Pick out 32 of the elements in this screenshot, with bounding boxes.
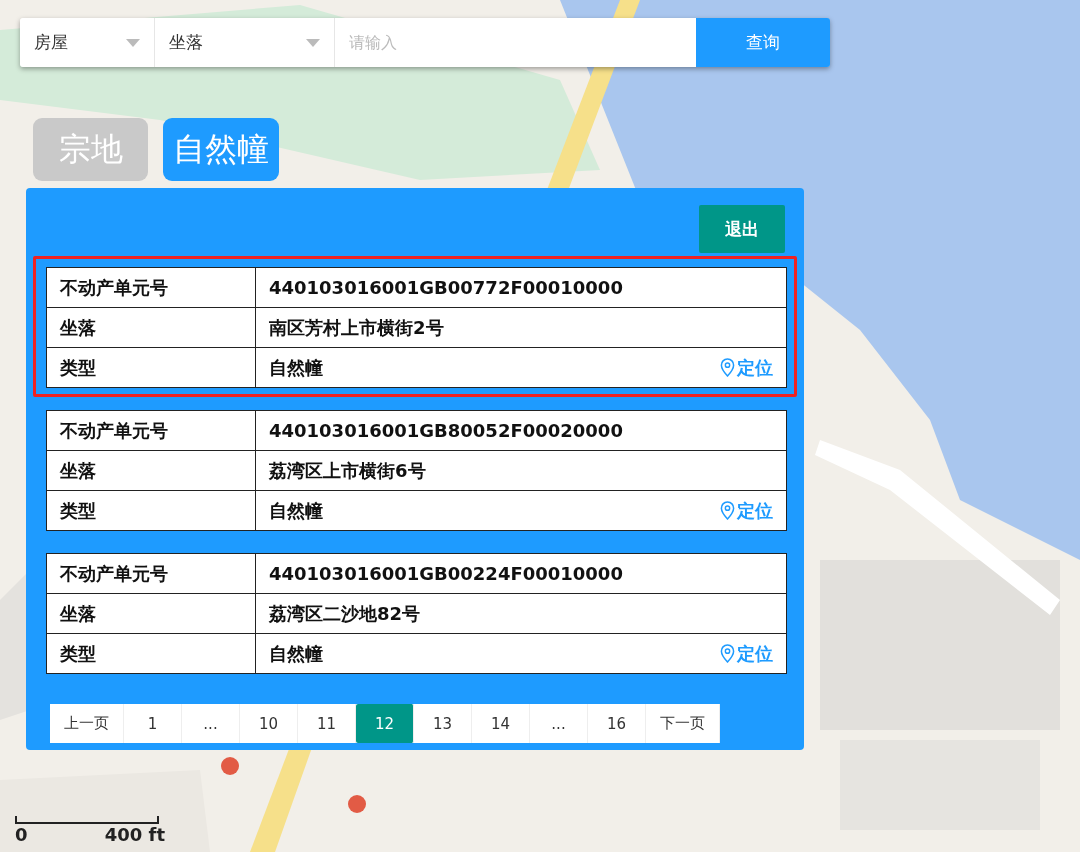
- search-field[interactable]: 请输入: [335, 18, 696, 67]
- field-select[interactable]: 坐落: [155, 18, 335, 67]
- cell-value: 440103016001GB00224F00010000: [269, 563, 623, 584]
- exit-button[interactable]: 退出: [699, 205, 785, 253]
- scale-label: 400 ft: [104, 824, 165, 845]
- cell-value: 自然幢: [269, 498, 323, 523]
- table-cell: 坐落: [46, 307, 256, 348]
- scale-label: 0: [15, 824, 28, 845]
- cell-value: 440103016001GB00772F00010000: [269, 277, 623, 298]
- dropdown-icon: [126, 38, 140, 47]
- location-pin-icon: [720, 358, 735, 377]
- table-cell: 类型: [46, 633, 256, 674]
- cell-value: 440103016001GB80052F00020000: [269, 420, 623, 441]
- table-cell: 不动产单元号: [46, 553, 256, 594]
- location-pin-icon: [720, 644, 735, 663]
- table-cell: 类型: [46, 490, 256, 531]
- table-cell: 坐落: [46, 450, 256, 491]
- cell-value: 南区芳村上市横街2号: [269, 315, 444, 340]
- cell-value: 荔湾区二沙地82号: [269, 601, 421, 626]
- result-card[interactable]: 不动产单元号 440103016001GB00772F00010000 坐落 南区芳村上市横街2号 类型 自然幢 定位: [33, 256, 797, 397]
- table-cell: 类型: [46, 347, 256, 388]
- dropdown-icon: [306, 38, 320, 47]
- cell-value: 自然幢: [269, 641, 323, 666]
- location-pin-icon: [720, 501, 735, 520]
- cell-value: 荔湾区上市横街6号: [269, 458, 426, 483]
- table-cell: 不动产单元号: [46, 410, 256, 451]
- table-cell: 坐落: [46, 593, 256, 634]
- page-button[interactable]: 12: [356, 704, 414, 743]
- cell-value: 自然幢: [269, 355, 323, 380]
- table-cell: 不动产单元号: [46, 267, 256, 308]
- category-select[interactable]: 房屋: [20, 18, 155, 67]
- page-button[interactable]: 上一页: [50, 704, 124, 743]
